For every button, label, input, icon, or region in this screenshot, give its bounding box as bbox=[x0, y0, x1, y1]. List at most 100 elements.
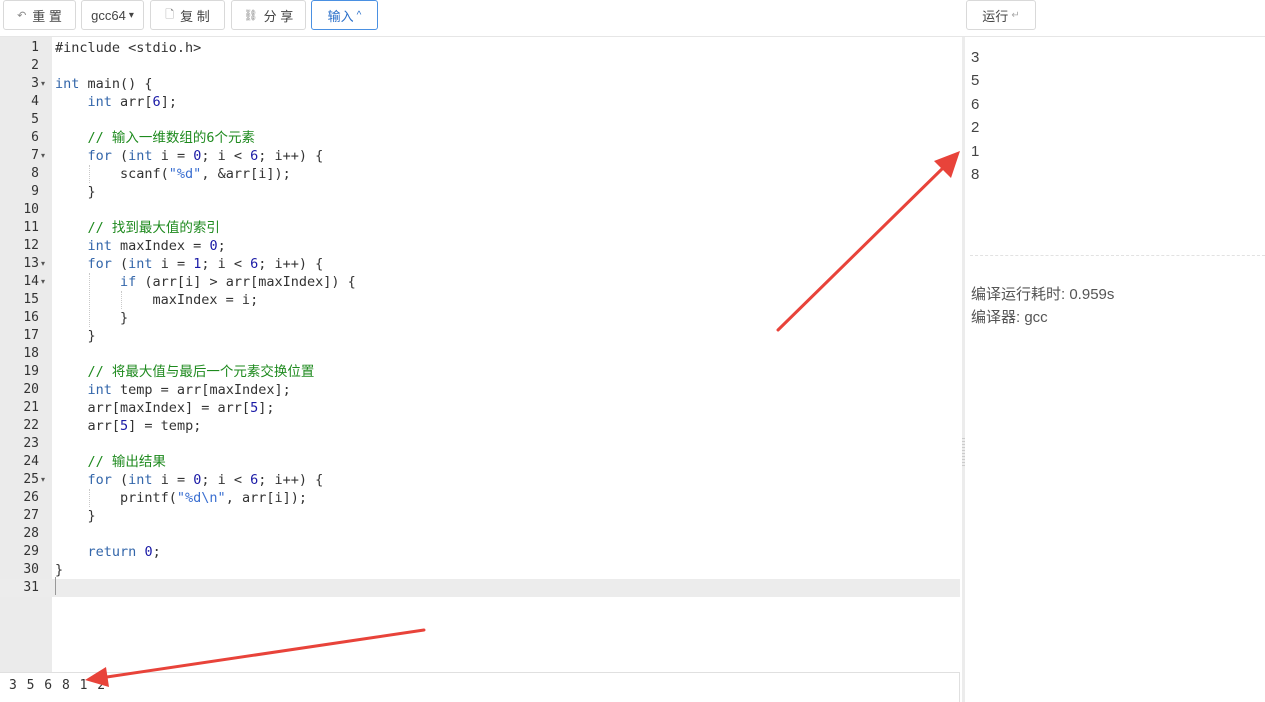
line-number: 9 bbox=[31, 184, 39, 199]
code-text: int temp = arr[maxIndex]; bbox=[87, 382, 291, 398]
stdin-value: 3 5 6 8 1 2 bbox=[9, 678, 107, 693]
copy-button[interactable]: 🗋 复 制 bbox=[150, 0, 225, 30]
line-number: 1 bbox=[31, 40, 39, 55]
code-editor[interactable]: 1 #include <stdio.h> 2 3 ▾ int main() {4 int … bbox=[0, 37, 960, 672]
code-line[interactable]: 29 return 0; bbox=[0, 543, 960, 561]
code-line[interactable]: 9 } bbox=[0, 183, 960, 201]
code-text: maxIndex = i; bbox=[55, 292, 259, 308]
code-line[interactable]: 27 } bbox=[0, 507, 960, 525]
indent-guide bbox=[121, 291, 123, 309]
code-line[interactable]: 1 #include <stdio.h> bbox=[0, 39, 960, 57]
code-text: // 将最大值与最后一个元素交换位置 bbox=[87, 364, 315, 380]
line-number: 26 bbox=[23, 490, 39, 505]
code-text: for (int i = 0; i < 6; i++) { bbox=[87, 472, 324, 488]
line-number: 21 bbox=[23, 400, 39, 415]
code-line[interactable]: 12 int maxIndex = 0; bbox=[0, 237, 960, 255]
line-number: 11 bbox=[23, 220, 39, 235]
line-number: 28 bbox=[23, 526, 39, 541]
line-number: 19 bbox=[23, 364, 39, 379]
code-text: printf("%d\n", arr[i]); bbox=[55, 490, 307, 506]
code-line[interactable]: 3 ▾ int main() { bbox=[0, 75, 960, 93]
code-line[interactable]: 14 ▾ if (arr[i] > arr[maxIndex]) { bbox=[0, 273, 960, 291]
code-text: scanf("%d", &arr[i]); bbox=[55, 166, 291, 182]
line-number: 30 bbox=[23, 562, 39, 577]
fold-toggle-icon[interactable]: ▾ bbox=[41, 75, 45, 93]
code-line[interactable]: 22 arr[5] = temp; bbox=[0, 417, 960, 435]
run-info: 编译运行耗时: 0.959s 编译器: gcc bbox=[971, 283, 1114, 329]
reset-button[interactable]: ↶ 重 置 bbox=[3, 0, 76, 30]
fold-toggle-icon[interactable]: ▾ bbox=[41, 147, 45, 165]
compiler-select[interactable]: gcc64 ▾ bbox=[81, 0, 144, 30]
code-text: // 输出结果 bbox=[87, 454, 166, 470]
compiler-label: gcc64 bbox=[91, 7, 126, 23]
enter-key-icon: ↵ bbox=[1011, 9, 1020, 21]
fold-toggle-icon[interactable]: ▾ bbox=[41, 471, 45, 489]
code-line[interactable]: 4 int arr[6]; bbox=[0, 93, 960, 111]
code-line[interactable]: 10 bbox=[0, 201, 960, 219]
line-number: 13 bbox=[23, 256, 39, 271]
fold-toggle-icon[interactable]: ▾ bbox=[41, 255, 45, 273]
code-line[interactable]: 11 // 找到最大值的索引 bbox=[0, 219, 960, 237]
code-line[interactable]: 19 // 将最大值与最后一个元素交换位置 bbox=[0, 363, 960, 381]
line-number: 15 bbox=[23, 292, 39, 307]
code-line[interactable]: 2 bbox=[0, 57, 960, 75]
panel-splitter[interactable] bbox=[962, 37, 965, 702]
line-number: 31 bbox=[23, 580, 39, 595]
file-icon: 🗋 bbox=[165, 8, 175, 21]
output-separator bbox=[970, 255, 1265, 256]
code-line[interactable]: 7 ▾ for (int i = 0; i < 6; i++) { bbox=[0, 147, 960, 165]
code-text: arr[5] = temp; bbox=[55, 418, 202, 434]
code-text: } bbox=[55, 562, 64, 578]
line-number: 5 bbox=[31, 112, 39, 127]
output-line: 1 bbox=[971, 142, 980, 160]
fold-toggle-icon[interactable]: ▾ bbox=[41, 273, 45, 291]
copy-label: 复 制 bbox=[180, 8, 210, 24]
code-line[interactable]: 18 bbox=[0, 345, 960, 363]
run-button[interactable]: 运行 ↵ bbox=[966, 0, 1036, 30]
code-line[interactable]: 24 // 输出结果 bbox=[0, 453, 960, 471]
output-line: 3 bbox=[971, 49, 980, 66]
input-toggle-button[interactable]: 输入 ^ bbox=[311, 0, 378, 30]
code-line[interactable]: 5 bbox=[0, 111, 960, 129]
line-number: 12 bbox=[23, 238, 39, 253]
code-line[interactable]: 20 int temp = arr[maxIndex]; bbox=[0, 381, 960, 399]
code-text: if (arr[i] > arr[maxIndex]) { bbox=[120, 274, 356, 290]
code-line[interactable]: 30} bbox=[0, 561, 960, 579]
line-number: 10 bbox=[23, 202, 39, 217]
line-number: 22 bbox=[23, 418, 39, 433]
output-line: 2 bbox=[971, 119, 980, 137]
code-text: } bbox=[55, 328, 96, 344]
input-label: 输入 bbox=[327, 8, 354, 24]
line-number: 29 bbox=[23, 544, 39, 559]
link-icon: ⛓ bbox=[243, 9, 258, 22]
code-line[interactable]: 21 arr[maxIndex] = arr[5]; bbox=[0, 399, 960, 417]
code-line[interactable]: 31 bbox=[0, 579, 960, 597]
reset-label: 重 置 bbox=[32, 8, 62, 24]
chevron-down-icon: ▾ bbox=[128, 9, 134, 21]
line-number: 17 bbox=[23, 328, 39, 343]
code-line[interactable]: 17 } bbox=[0, 327, 960, 345]
share-button[interactable]: ⛓ 分 享 bbox=[231, 0, 306, 30]
code-text: } bbox=[55, 508, 96, 524]
line-number: 20 bbox=[23, 382, 39, 397]
code-line[interactable]: 23 bbox=[0, 435, 960, 453]
code-text: arr[maxIndex] = arr[5]; bbox=[55, 400, 275, 416]
indent-guide bbox=[88, 165, 90, 183]
output-line: 8 bbox=[971, 165, 980, 183]
line-number: 8 bbox=[31, 166, 39, 181]
code-line[interactable]: 6 // 输入一维数组的6个元素 bbox=[0, 129, 960, 147]
code-line[interactable]: 15 maxIndex = i; bbox=[0, 291, 960, 309]
line-number: 6 bbox=[31, 130, 39, 145]
code-line[interactable]: 25 ▾ for (int i = 0; i < 6; i++) { bbox=[0, 471, 960, 489]
code-text: int arr[6]; bbox=[87, 94, 177, 110]
code-line[interactable]: 13 ▾ for (int i = 1; i < 6; i++) { bbox=[0, 255, 960, 273]
splitter-handle[interactable] bbox=[962, 438, 965, 466]
run-time-text: 编译运行耗时: 0.959s bbox=[971, 286, 1115, 303]
compiler-text: 编译器: gcc bbox=[971, 309, 1048, 326]
code-line[interactable]: 28 bbox=[0, 525, 960, 543]
stdin-input[interactable]: 3 5 6 8 1 2 bbox=[0, 672, 960, 702]
code-text: for (int i = 0; i < 6; i++) { bbox=[87, 148, 324, 164]
code-line[interactable]: 16 } bbox=[0, 309, 960, 327]
code-line[interactable]: 8 scanf("%d", &arr[i]); bbox=[0, 165, 960, 183]
code-line[interactable]: 26 printf("%d\n", arr[i]); bbox=[0, 489, 960, 507]
